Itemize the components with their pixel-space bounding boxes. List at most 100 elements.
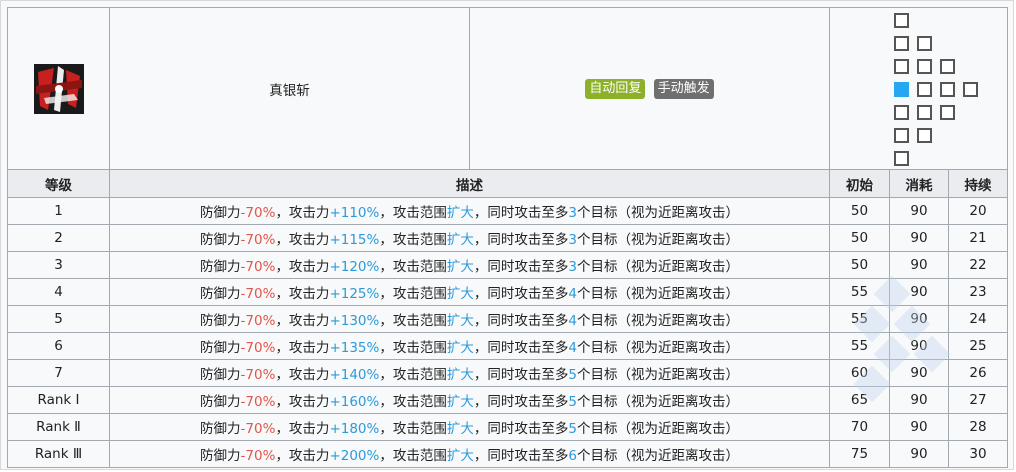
level-cell: 2 [7,224,110,252]
defense-value: -70% [240,232,276,248]
desc-text: ，攻击范围 [379,313,447,329]
header-initial: 初始 [829,169,890,198]
sp-cost-cell: 90 [889,386,949,414]
level-cell: 5 [7,305,110,333]
desc-text: ，同时攻击至多 [473,313,569,329]
attack-value: +120% [329,259,380,275]
range-value: 扩大 [446,448,474,464]
defense-value: -70% [240,313,276,329]
range-cell-operator [893,82,909,97]
duration-cell: 24 [947,305,1009,333]
desc-text: ，同时攻击至多 [473,394,569,410]
desc-text: 个目标（视为近距离攻击） [576,394,739,410]
targets-value: 3 [568,232,577,248]
skill-panel: 真银斩 自动回复 手动触发 等级 描述 初始 消耗 持续 1 防御力-70%，攻击… [0,0,1014,470]
level-cell: Rank Ⅲ [7,440,110,468]
desc-text: 个目标（视为近距离攻击） [576,205,739,221]
sp-cost-cell: 90 [889,332,949,360]
range-value: 扩大 [446,421,474,437]
initial-sp-cell: 75 [829,440,890,468]
desc-text: 个目标（视为近距离攻击） [576,259,739,275]
attack-value: +110% [329,205,380,221]
sp-cost-cell: 90 [889,359,949,387]
duration-cell: 21 [947,224,1009,252]
initial-sp-cell: 55 [829,332,890,360]
table-row: 4 防御力-70%，攻击力+125%，攻击范围扩大，同时攻击至多4个目标（视为近距… [7,278,1009,306]
desc-text: ，攻击范围 [379,394,447,410]
defense-value: -70% [240,340,276,356]
desc-text: 防御力 [200,286,241,302]
range-value: 扩大 [446,394,474,410]
desc-text: ，同时攻击至多 [473,448,569,464]
desc-text: ，同时攻击至多 [473,205,569,221]
description-cell: 防御力-70%，攻击力+135%，攻击范围扩大，同时攻击至多4个目标（视为近距离… [109,332,830,360]
range-value: 扩大 [446,205,474,221]
skill-tags: 自动回复 手动触发 [469,7,830,170]
defense-value: -70% [240,259,276,275]
sp-cost-cell: 90 [889,440,949,468]
tag-auto-recovery: 自动回复 [585,78,646,99]
skill-name: 真银斩 [109,7,470,170]
attack-value: +160% [329,394,380,410]
desc-text: 个目标（视为近距离攻击） [576,286,739,302]
initial-sp-cell: 65 [829,386,890,414]
desc-text: ，同时攻击至多 [473,232,569,248]
defense-value: -70% [240,205,276,221]
desc-text: ，攻击力 [275,340,330,356]
range-cell-attack [916,36,932,51]
skill-icon-cell [7,7,110,170]
defense-value: -70% [240,367,276,383]
skill-icon [33,63,84,114]
header-duration: 持续 [947,169,1009,198]
range-value: 扩大 [446,313,474,329]
targets-value: 3 [568,259,577,275]
range-value: 扩大 [446,340,474,356]
table-row: 3 防御力-70%，攻击力+120%，攻击范围扩大，同时攻击至多3个目标（视为近距… [7,251,1009,279]
table-row: 7 防御力-70%，攻击力+140%，攻击范围扩大，同时攻击至多5个目标（视为近距… [7,359,1009,387]
range-cell-attack [893,151,909,166]
desc-text: ，同时攻击至多 [473,421,569,437]
attack-value: +135% [329,340,380,356]
targets-value: 5 [568,394,577,410]
range-value: 扩大 [446,286,474,302]
level-cell: Rank Ⅱ [7,413,110,441]
desc-text: ，攻击力 [275,286,330,302]
desc-text: 个目标（视为近距离攻击） [576,232,739,248]
header-description: 描述 [109,169,830,198]
range-cell [828,7,1009,170]
duration-cell: 30 [947,440,1009,468]
desc-text: 个目标（视为近距离攻击） [576,421,739,437]
table-row: Rank Ⅲ 防御力-70%，攻击力+200%，攻击范围扩大，同时攻击至多6个目标… [7,440,1009,468]
defense-value: -70% [240,286,276,302]
desc-text: 防御力 [200,421,241,437]
targets-value: 4 [568,340,577,356]
desc-text: 个目标（视为近距离攻击） [576,313,739,329]
level-cell: Rank Ⅰ [7,386,110,414]
description-cell: 防御力-70%，攻击力+160%，攻击范围扩大，同时攻击至多5个目标（视为近距离… [109,386,830,414]
targets-value: 4 [568,286,577,302]
level-cell: 1 [7,197,110,225]
description-cell: 防御力-70%，攻击力+120%，攻击范围扩大，同时攻击至多3个目标（视为近距离… [109,251,830,279]
range-cell-attack [893,59,909,74]
range-cell-attack [939,59,955,74]
defense-value: -70% [240,448,276,464]
level-cell: 3 [7,251,110,279]
range-cell-attack [939,105,955,120]
initial-sp-cell: 50 [829,251,890,279]
desc-text: 防御力 [200,367,241,383]
description-cell: 防御力-70%，攻击力+140%，攻击范围扩大，同时攻击至多5个目标（视为近距离… [109,359,830,387]
duration-cell: 28 [947,413,1009,441]
description-cell: 防御力-70%，攻击力+130%，攻击范围扩大，同时攻击至多4个目标（视为近距离… [109,305,830,333]
range-cell-attack [893,36,909,51]
desc-text: 防御力 [200,448,241,464]
attack-range-grid [869,9,978,169]
desc-text: ，攻击范围 [379,340,447,356]
range-cell-attack [916,59,932,74]
table-row: 2 防御力-70%，攻击力+115%，攻击范围扩大，同时攻击至多3个目标（视为近距… [7,224,1009,252]
targets-value: 4 [568,313,577,329]
desc-text: ，攻击力 [275,367,330,383]
skill-header-row: 真银斩 自动回复 手动触发 [7,7,1009,170]
desc-text: 防御力 [200,205,241,221]
range-value: 扩大 [446,232,474,248]
attack-value: +200% [329,448,380,464]
